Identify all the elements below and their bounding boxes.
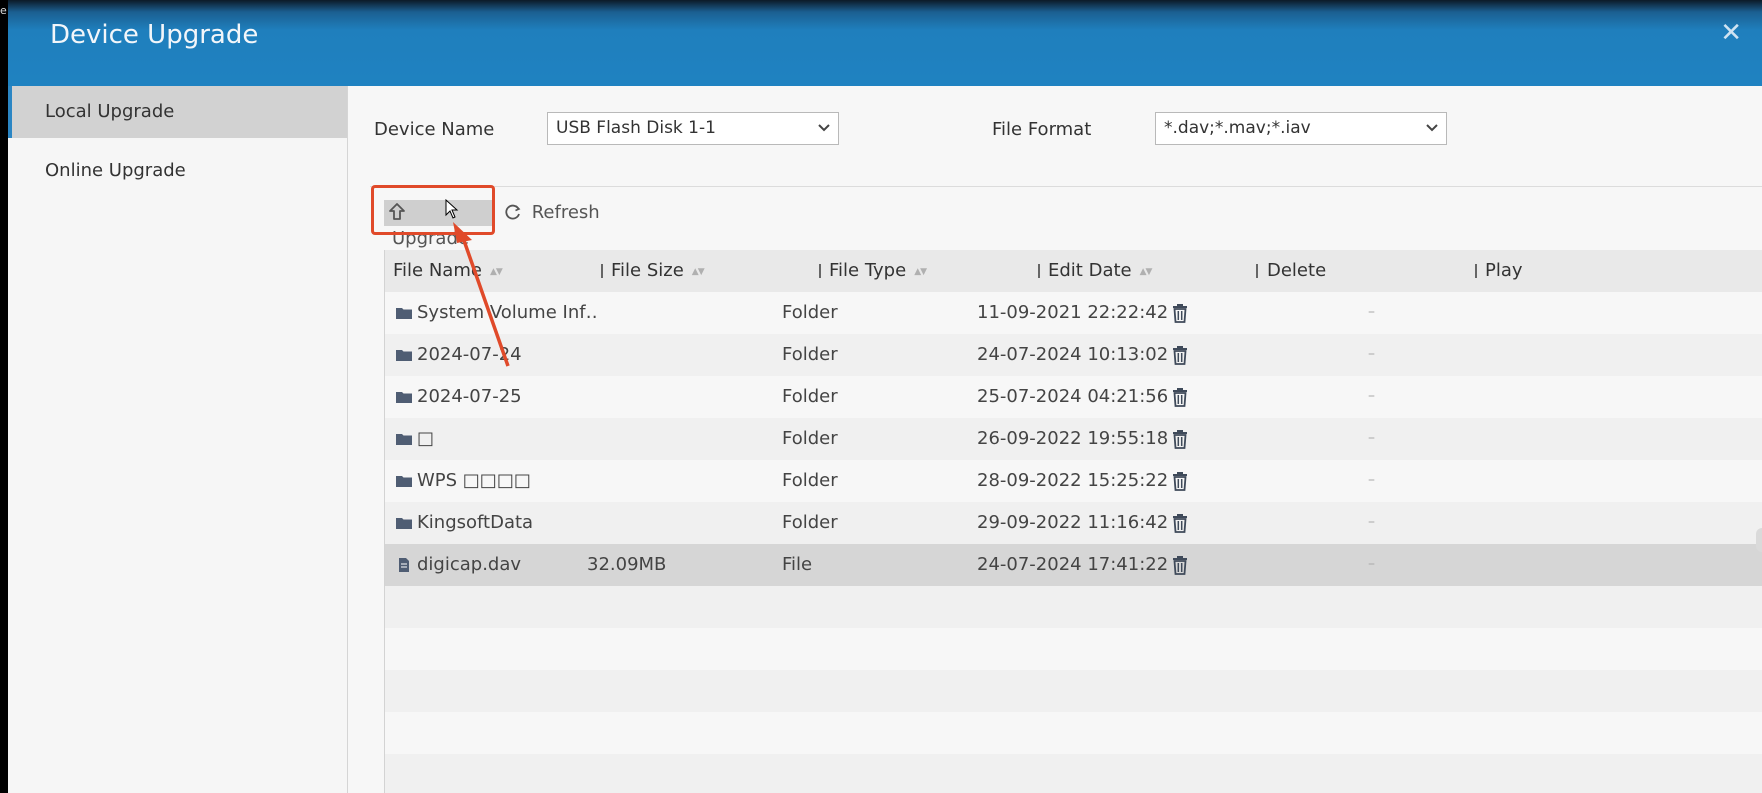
edit-date-cell: 11-09-2021 22:22:42 [977,302,1169,323]
folder-icon [396,350,412,361]
file-type-cell: Folder [782,512,838,533]
refresh-icon [505,204,521,220]
column-header-file-name[interactable]: File Name ▲▼ [393,250,503,292]
file-name-cell: 2024-07-25 [417,386,522,407]
play-cell: – [1368,346,1375,362]
empty-row [385,754,1762,793]
edge-text: e [0,4,7,17]
edit-date-cell: 24-07-2024 10:13:02 [977,344,1169,365]
file-type-cell: Folder [782,470,838,491]
play-cell: – [1368,556,1375,572]
column-header-delete: Delete [1267,260,1327,281]
file-name-cell: □ [417,428,435,449]
table-row[interactable]: KingsoftData Folder 29-09-2022 11:16:42 – [385,502,1762,544]
file-name-cell: KingsoftData [417,512,534,533]
table-row[interactable]: System Volume Inf… Folder 11-09-2021 22:22… [385,292,1762,334]
sidebar: Local Upgrade Online Upgrade [8,86,348,793]
main-panel: Device Name USB Flash Disk 1-1 File Form… [348,86,1762,793]
dialog-title: Device Upgrade [50,20,259,50]
file-type-cell: Folder [782,302,838,323]
column-header-edit-date[interactable]: Edit Date ▲▼ [1048,250,1153,292]
column-header-play: Play [1485,260,1523,281]
mouse-cursor-icon [445,199,459,219]
column-header-file-size[interactable]: File Size ▲▼ [611,250,705,292]
file-name-cell: System Volume Inf… [417,302,597,323]
folder-icon [396,518,412,529]
folder-icon [396,476,412,487]
trash-icon[interactable] [1171,303,1189,323]
sort-icon: ▲▼ [914,267,927,277]
file-name-cell: digicap.dav [417,554,522,575]
file-table: File Name ▲▼ File Size ▲▼ File Type ▲▼ Edit… [384,250,1762,793]
trash-icon[interactable] [1171,429,1189,449]
file-format-value: *.dav;*.mav;*.iav [1164,118,1311,138]
file-name-cell: WPS □□□□ [417,470,531,491]
sidebar-item-online-upgrade[interactable]: Online Upgrade [8,145,347,197]
edit-date-cell: 24-07-2024 17:41:22 [977,554,1169,575]
table-row[interactable]: 2024-07-25 Folder 25-07-2024 04:21:56 – [385,376,1762,418]
title-bar: Device Upgrade ✕ [8,0,1762,86]
file-size-cell [587,502,787,544]
file-type-cell: Folder [782,344,838,365]
play-cell: – [1368,388,1375,404]
section-divider [370,186,1762,187]
play-cell: – [1368,430,1375,446]
refresh-button[interactable]: Refresh [500,200,600,226]
refresh-label: Refresh [531,202,600,223]
table-row[interactable]: 2024-07-24 Folder 24-07-2024 10:13:02 – [385,334,1762,376]
close-icon[interactable]: ✕ [1720,18,1742,48]
file-size-cell: 32.09MB [587,554,667,575]
folder-icon [396,392,412,403]
file-size-cell [587,376,787,418]
folder-icon [396,434,412,445]
sidebar-item-local-upgrade[interactable]: Local Upgrade [8,86,347,138]
edit-date-cell: 28-09-2022 15:25:22 [977,470,1169,491]
trash-icon[interactable] [1171,555,1189,575]
play-cell: – [1368,514,1375,530]
file-icon [399,558,409,572]
table-row[interactable]: digicap.dav 32.09MB File 24-07-2024 17:41:2… [385,544,1762,586]
file-size-cell [587,292,787,334]
edit-date-cell: 26-09-2022 19:55:18 [977,428,1169,449]
device-name-select[interactable]: USB Flash Disk 1-1 [547,112,839,145]
file-size-cell [587,460,787,502]
file-type-cell: Folder [782,428,838,449]
table-header: File Name ▲▼ File Size ▲▼ File Type ▲▼ Edit… [385,250,1762,292]
file-name-cell: 2024-07-24 [417,344,522,365]
trash-icon[interactable] [1171,345,1189,365]
file-format-select[interactable]: *.dav;*.mav;*.iav [1155,112,1447,145]
scrollbar-handle[interactable] [1756,528,1762,552]
sort-icon: ▲▼ [691,267,705,277]
empty-row [385,712,1762,754]
trash-icon[interactable] [1171,471,1189,491]
table-row[interactable]: □ Folder 26-09-2022 19:55:18 – [385,418,1762,460]
column-header-file-type[interactable]: File Type ▲▼ [829,250,927,292]
annotation-highlight-box [371,185,495,235]
chevron-down-icon [818,113,830,156]
empty-row [385,586,1762,628]
chevron-down-icon [1426,113,1438,156]
edit-date-cell: 29-09-2022 11:16:42 [977,512,1169,533]
file-size-cell [587,334,787,376]
sort-icon: ▲▼ [1139,267,1153,277]
file-type-cell: Folder [782,386,838,407]
file-size-cell [587,418,787,460]
device-upgrade-dialog: Device Upgrade ✕ Local Upgrade Online Up… [8,0,1762,793]
device-name-label: Device Name [374,119,495,140]
file-format-label: File Format [992,119,1092,140]
empty-row [385,628,1762,670]
device-name-value: USB Flash Disk 1-1 [556,118,716,138]
folder-icon [396,308,412,319]
empty-row [385,670,1762,712]
sort-icon: ▲▼ [489,267,503,277]
table-row[interactable]: WPS □□□□ Folder 28-09-2022 15:25:22 – [385,460,1762,502]
play-cell: – [1368,472,1375,488]
file-type-cell: File [782,554,813,575]
play-cell: – [1368,304,1375,320]
trash-icon[interactable] [1171,513,1189,533]
edit-date-cell: 25-07-2024 04:21:56 [977,386,1169,407]
trash-icon[interactable] [1171,387,1189,407]
